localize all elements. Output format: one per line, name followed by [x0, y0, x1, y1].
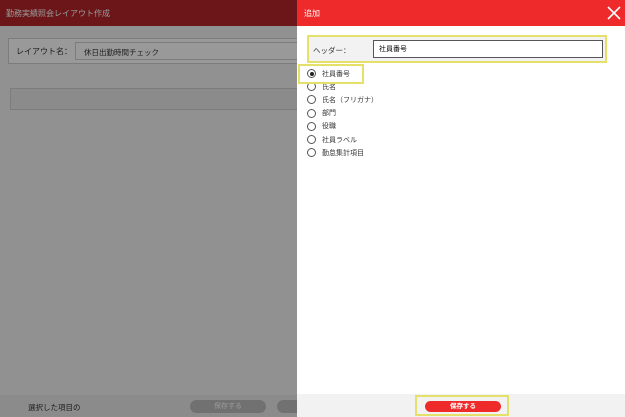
radio-button[interactable]: [307, 95, 316, 105]
radio-button[interactable]: [307, 135, 316, 145]
radio-option[interactable]: 社員番号: [307, 67, 507, 80]
save-highlight: 保存する: [415, 395, 509, 416]
radio-option[interactable]: 役職: [307, 120, 507, 133]
header-input[interactable]: [373, 40, 603, 58]
panel-header: 追加: [297, 0, 625, 26]
radio-label: 氏名: [322, 82, 336, 91]
radio-button[interactable]: [307, 108, 316, 118]
radio-option[interactable]: 勤怠集計項目: [307, 146, 507, 159]
save-button[interactable]: 保存する: [425, 401, 501, 412]
column-radio-list: 社員番号氏名氏名（フリガナ） 部門役職社員ラベル勤怠集計項目: [307, 67, 507, 159]
radio-label: 氏名（フリガナ）: [322, 95, 378, 104]
close-button[interactable]: [605, 4, 623, 22]
radio-button[interactable]: [307, 148, 316, 158]
header-field-row: ヘッダー：: [307, 35, 607, 63]
radio-option[interactable]: 氏名: [307, 80, 507, 93]
radio-button[interactable]: [307, 69, 316, 79]
radio-option[interactable]: 氏名（フリガナ）: [307, 93, 507, 106]
radio-label: 役職: [322, 122, 336, 131]
add-panel: 追加 ヘッダー： 社員番号氏名氏名（フリガナ） 部門役職社員ラベル勤怠集計項目 保…: [297, 0, 625, 417]
radio-label: 勤怠集計項目: [322, 148, 364, 157]
header-label: ヘッダー：: [313, 46, 351, 55]
panel-title: 追加: [304, 9, 320, 18]
radio-label: 部門: [322, 109, 336, 118]
radio-label: 社員ラベル: [322, 135, 357, 144]
radio-label: 社員番号: [322, 69, 350, 78]
radio-button[interactable]: [307, 82, 316, 92]
radio-button[interactable]: [307, 121, 316, 131]
radio-option[interactable]: 社員ラベル: [307, 133, 507, 146]
radio-option[interactable]: 部門: [307, 107, 507, 120]
panel-footer: 保存する: [297, 394, 625, 417]
close-icon: [607, 6, 621, 20]
modal-overlay[interactable]: [0, 0, 297, 417]
